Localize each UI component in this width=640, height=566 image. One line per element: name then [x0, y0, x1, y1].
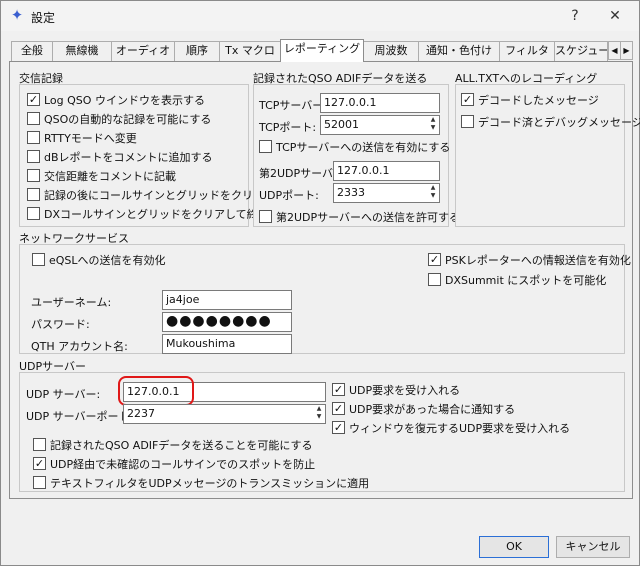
tab-scroll-right-icon[interactable]: ▶	[620, 41, 633, 60]
eqsl-checkbox[interactable]: eQSLへの送信を有効化	[32, 252, 166, 267]
tcp-port-stepper[interactable]: 52001 ▲ ▼	[320, 115, 440, 135]
checkbox-box	[461, 115, 474, 128]
rtty-mode-checkbox[interactable]: RTTYモードへ変更	[27, 130, 137, 145]
ok-button[interactable]: OK	[479, 536, 549, 558]
text-filter-udp-checkbox[interactable]: テキストフィルタをUDPメッセージのトランスミッションに適用	[33, 475, 369, 490]
app-sparkle-icon: ✦	[10, 6, 24, 24]
debug-messages-checkbox[interactable]: デコード済とデバッグメッセージ	[461, 114, 640, 129]
network-group: eQSLへの送信を有効化 ✓ PSKレポーターへの情報送信を有効化 DXSummi…	[19, 244, 631, 354]
udp2-port-stepper[interactable]: 2333 ▲ ▼	[333, 183, 440, 203]
checkbox-box	[27, 112, 40, 125]
qth-account-input[interactable]: Mukoushima	[162, 334, 292, 354]
distance-comment-checkbox[interactable]: 交信距離をコメントに記載	[27, 168, 176, 183]
udp2-server-input[interactable]: 127.0.0.1	[333, 161, 440, 181]
checkbox-box: ✓	[332, 383, 345, 396]
restore-window-udp-checkbox[interactable]: ✓ ウィンドウを復元するUDP要求を受け入れる	[332, 420, 570, 435]
checkbox-box: ✓	[428, 253, 441, 266]
udp-group: UDP サーバー: 127.0.0.1 UDP サーバーポート: 2237 ▲ ▼ …	[19, 372, 625, 492]
udp-server-port-label: UDP サーバーポート:	[26, 410, 134, 423]
checkbox-box	[259, 210, 272, 223]
checkbox-box	[27, 131, 40, 144]
adif-group: TCPサーバー: 127.0.0.1 TCPポート: 52001 ▲ ▼ TCPサー…	[253, 84, 460, 227]
spin-arrows-icon[interactable]: ▲ ▼	[313, 405, 325, 423]
username-input[interactable]: ja4joe	[162, 290, 292, 310]
checkbox-box: ✓	[332, 421, 345, 434]
checkbox-box	[27, 207, 40, 220]
alltxt-group: ✓ デコードしたメッセージ デコード済とデバッグメッセージ	[455, 84, 640, 227]
password-label: パスワード:	[31, 318, 90, 331]
cancel-button[interactable]: キャンセル	[556, 536, 630, 558]
tab-audio[interactable]: オーディオ	[111, 41, 175, 61]
tcp-server-label: TCPサーバー:	[259, 99, 327, 112]
send-adif-checkbox[interactable]: 記録されたQSO ADIFデータを送ることを可能にする	[33, 437, 312, 452]
settings-window: ✦ 設定 ? ✕ 全般 無線機 オーディオ 順序 Tx マクロ レポーティング …	[0, 0, 640, 566]
udp-server-port-stepper[interactable]: 2237 ▲ ▼	[123, 404, 326, 424]
psk-reporter-checkbox[interactable]: ✓ PSKレポーターへの情報送信を有効化	[428, 252, 631, 267]
udp2-enable-checkbox[interactable]: 第2UDPサーバーへの送信を許可する	[259, 209, 460, 224]
tab-bar: 全般 無線機 オーディオ 順序 Tx マクロ レポーティング 周波数 通知・色付…	[9, 39, 633, 62]
auto-log-qso-checkbox[interactable]: QSOの自動的な記録を可能にする	[27, 111, 211, 126]
spin-arrows-icon[interactable]: ▲ ▼	[427, 184, 439, 202]
tab-sequence[interactable]: 順序	[174, 41, 220, 61]
checkbox-box	[27, 169, 40, 182]
tcp-server-input[interactable]: 127.0.0.1	[320, 93, 440, 113]
tab-radio[interactable]: 無線機	[52, 41, 112, 61]
checkbox-box: ✓	[33, 457, 46, 470]
show-log-qso-checkbox[interactable]: ✓ Log QSO ウインドウを表示する	[27, 92, 205, 107]
block-unverified-spots-checkbox[interactable]: ✓ UDP経由で未確認のコールサインでのスポットを防止	[33, 456, 315, 471]
title-bar: ✦ 設定 ? ✕	[1, 1, 639, 31]
username-label: ユーザーネーム:	[31, 296, 112, 309]
qth-account-label: QTH アカウント名:	[31, 340, 128, 353]
udp-server-label: UDP サーバー:	[26, 388, 101, 401]
checkbox-box	[33, 438, 46, 451]
decoded-messages-checkbox[interactable]: ✓ デコードしたメッセージ	[461, 92, 599, 107]
tab-schedule[interactable]: スケジュー	[554, 41, 608, 61]
checkbox-box: ✓	[461, 93, 474, 106]
checkbox-box: ✓	[27, 93, 40, 106]
clear-after-log-checkbox[interactable]: 記録の後にコールサインとグリッドをクリアする	[27, 187, 286, 202]
udp2-server-label: 第2UDPサーバー	[259, 167, 345, 180]
checkbox-box	[33, 476, 46, 489]
tab-frequencies[interactable]: 周波数	[363, 41, 419, 61]
checkbox-box	[428, 273, 441, 286]
tcp-port-label: TCPポート:	[259, 121, 317, 134]
accept-udp-checkbox[interactable]: ✓ UDP要求を受け入れる	[332, 382, 460, 397]
tcp-enable-checkbox[interactable]: TCPサーバーへの送信を有効にする	[259, 139, 450, 154]
checkbox-box	[32, 253, 45, 266]
checkbox-box: ✓	[332, 402, 345, 415]
close-button[interactable]: ✕	[601, 5, 629, 27]
help-button[interactable]: ?	[561, 5, 589, 27]
reporting-panel: 交信記録 ✓ Log QSO ウインドウを表示する QSOの自動的な記録を可能にす…	[9, 61, 640, 499]
dxsummit-checkbox[interactable]: DXSummit にスポットを可能化	[428, 272, 606, 287]
tab-reporting[interactable]: レポーティング	[280, 39, 364, 62]
tab-tx-macros[interactable]: Tx マクロ	[219, 41, 281, 61]
red-highlight-annotation	[118, 376, 194, 406]
tab-filters[interactable]: フィルタ	[499, 41, 555, 61]
checkbox-box	[259, 140, 272, 153]
logging-group: ✓ Log QSO ウインドウを表示する QSOの自動的な記録を可能にする RTT…	[19, 84, 286, 227]
password-input[interactable]: ●●●●●●●●	[162, 312, 292, 332]
tab-general[interactable]: 全般	[11, 41, 53, 61]
db-report-comment-checkbox[interactable]: dBレポートをコメントに追加する	[27, 149, 213, 164]
checkbox-box	[27, 188, 40, 201]
clear-dx-exit-checkbox[interactable]: DXコールサインとグリッドをクリアして終了	[27, 206, 269, 221]
window-title: 設定	[31, 11, 56, 25]
notify-udp-checkbox[interactable]: ✓ UDP要求があった場合に通知する	[332, 401, 515, 416]
tab-notifications-colors[interactable]: 通知・色付け	[418, 41, 500, 61]
spin-arrows-icon[interactable]: ▲ ▼	[427, 116, 439, 134]
udp2-port-label: UDPポート:	[259, 189, 319, 202]
checkbox-box	[27, 150, 40, 163]
